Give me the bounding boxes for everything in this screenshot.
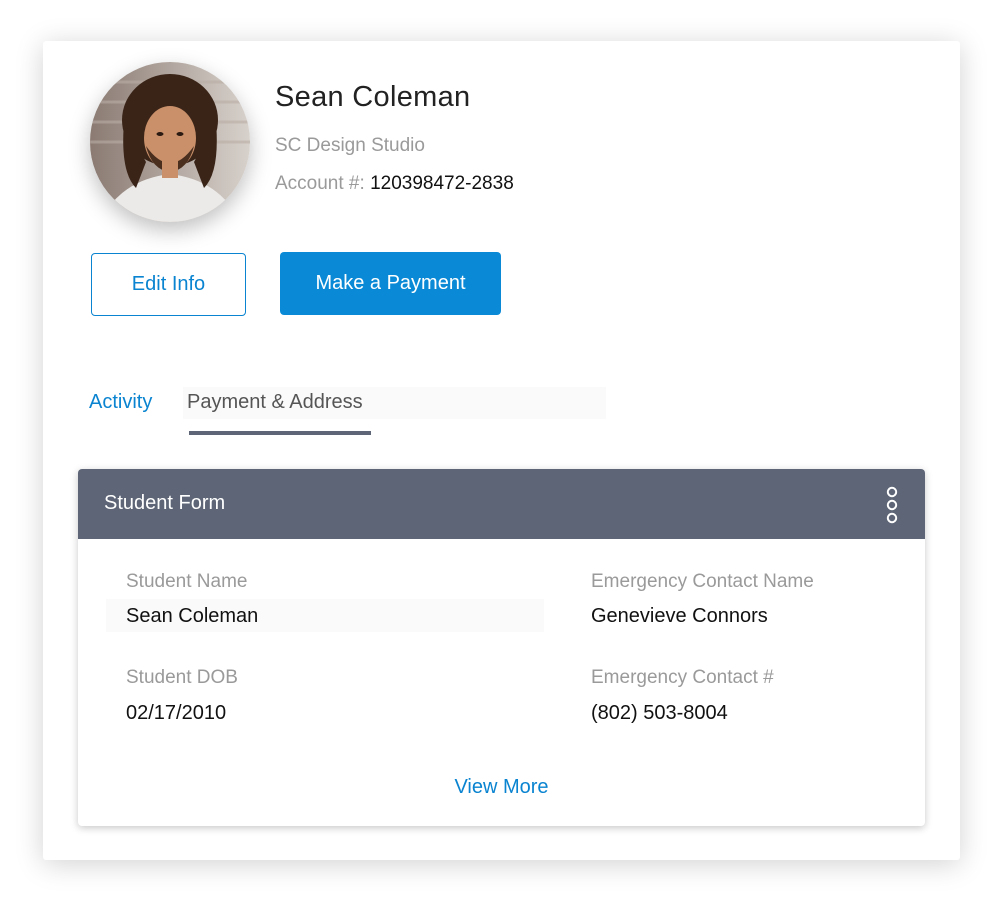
- student-dob-label: Student DOB: [126, 667, 238, 688]
- emergency-contact-phone-label: Emergency Contact #: [591, 667, 774, 688]
- avatar: [90, 62, 250, 222]
- tab-activity[interactable]: Activity: [89, 391, 152, 414]
- student-form-title: Student Form: [104, 492, 226, 514]
- tab-payment-address[interactable]: Payment & Address: [187, 391, 363, 414]
- avatar-photo: [90, 62, 250, 222]
- student-name-label: Student Name: [126, 571, 248, 592]
- student-dob-value: 02/17/2010: [126, 702, 227, 724]
- account-number: 120398472-2838: [370, 173, 514, 194]
- edit-info-button[interactable]: Edit Info: [91, 253, 246, 316]
- student-form-panel: Student Form Student Name Sean Coleman S…: [78, 469, 925, 826]
- view-more-link[interactable]: View More: [78, 776, 925, 799]
- vertical-ellipsis-icon[interactable]: [884, 486, 900, 524]
- account-line: Account #: 120398472-2838: [275, 173, 514, 195]
- student-name-value: Sean Coleman: [126, 605, 259, 627]
- profile-name: Sean Coleman: [275, 81, 471, 113]
- emergency-contact-phone-value: (802) 503-8004: [591, 702, 728, 724]
- account-label: Account #:: [275, 173, 365, 194]
- emergency-contact-name-label: Emergency Contact Name: [591, 571, 814, 592]
- make-payment-button[interactable]: Make a Payment: [280, 252, 501, 315]
- emergency-contact-name-value: Genevieve Connors: [591, 605, 768, 627]
- active-tab-indicator: [189, 431, 371, 435]
- student-form-header: Student Form: [78, 469, 925, 539]
- profile-company: SC Design Studio: [275, 135, 425, 156]
